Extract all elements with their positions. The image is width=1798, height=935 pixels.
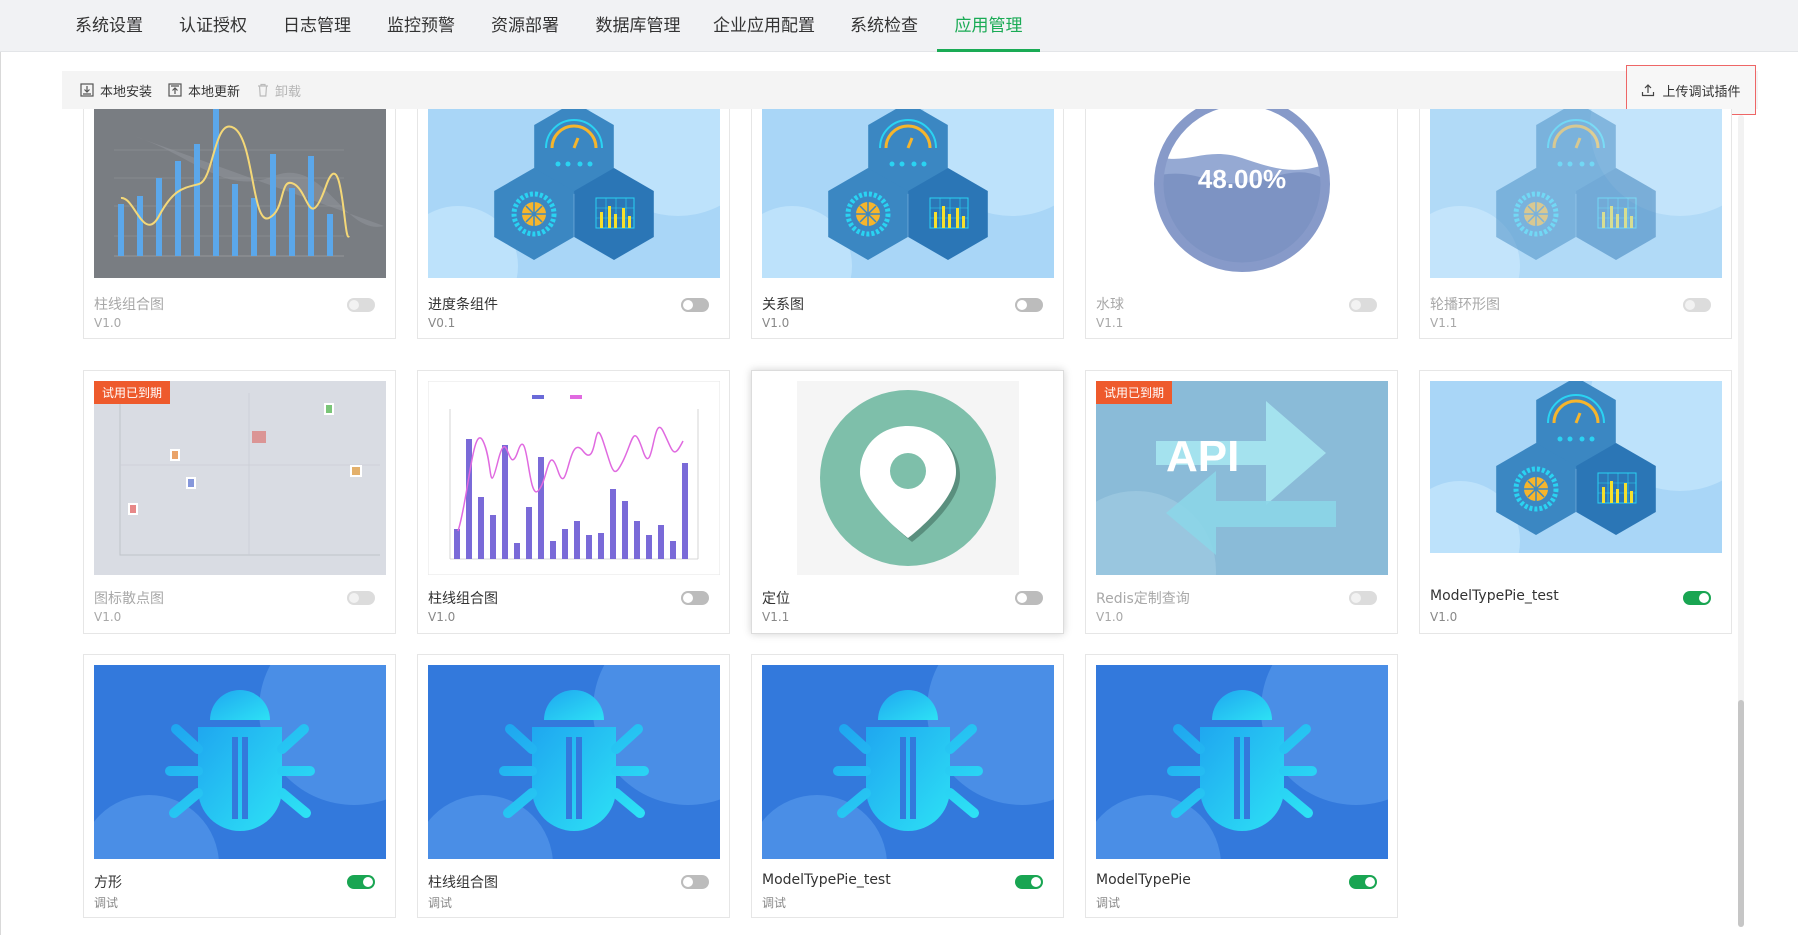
plugin-version: V1.1 [1096, 316, 1124, 330]
location-pin-icon [762, 381, 1054, 575]
plugin-card[interactable]: 柱线组合图 V1.0 [417, 370, 730, 634]
plugin-name: 方形 [94, 875, 122, 891]
plugin-version: V1.0 [94, 610, 122, 624]
upload-debug-plugin-button[interactable]: 上传调试插件 [1626, 65, 1756, 115]
enable-toggle[interactable] [1683, 298, 1711, 312]
enable-toggle[interactable] [1683, 591, 1711, 605]
enable-toggle[interactable] [1349, 298, 1377, 312]
plugin-name: 关系图 [762, 297, 804, 313]
plugin-version: V0.1 [428, 316, 456, 330]
plugin-version: V1.1 [1430, 316, 1458, 330]
plugin-version: V1.0 [1430, 610, 1458, 624]
plugin-version: V1.0 [94, 316, 122, 330]
top-nav: 系统设置 认证授权 日志管理 监控预警 资源部署 数据库管理 企业应用配置 系统… [0, 0, 1798, 52]
plugin-version: 调试 [428, 896, 453, 910]
plugin-version: V1.0 [1096, 610, 1124, 624]
local-update-label: 本地更新 [188, 84, 241, 100]
plugin-card[interactable]: 48.00% 水球 V1.1 [1085, 109, 1398, 339]
tab-auth[interactable]: 认证授权 [166, 0, 260, 52]
plugin-name: 轮播环形图 [1430, 297, 1500, 313]
enable-toggle[interactable] [347, 875, 375, 889]
dark-chart-icon [94, 109, 386, 278]
plugin-card[interactable]: API 试用已到期 Redis定制查询 V1.0 [1085, 370, 1398, 634]
plugin-name: 图标散点图 [94, 591, 164, 607]
plugin-card[interactable]: 进度条组件 V0.1 [417, 109, 730, 339]
upload-box-icon [168, 83, 182, 97]
tab-logs[interactable]: 日志管理 [270, 0, 364, 52]
plugin-card[interactable]: 方形 调试 [83, 654, 396, 918]
enable-toggle[interactable] [681, 591, 709, 605]
plugin-version: V1.0 [428, 610, 456, 624]
enable-toggle[interactable] [1349, 875, 1377, 889]
tab-system-check[interactable]: 系统检查 [834, 0, 934, 52]
bug-icon [428, 665, 720, 859]
plugin-card[interactable]: 柱线组合图 调试 [417, 654, 730, 918]
bug-icon [1096, 665, 1388, 859]
enable-toggle[interactable] [1349, 591, 1377, 605]
scrollbar-thumb[interactable] [1738, 700, 1744, 927]
plugin-card[interactable]: ModelTypePie_test 调试 [751, 654, 1064, 918]
plugin-version: 调试 [1096, 896, 1121, 910]
bug-icon [762, 665, 1054, 859]
download-icon [80, 83, 94, 97]
plugin-name: ModelTypePie [1096, 872, 1191, 888]
plugin-card[interactable]: 定位 V1.1 [751, 370, 1064, 634]
plugin-name: 水球 [1096, 297, 1124, 313]
plugin-card[interactable]: 柱线组合图 V1.0 [83, 109, 396, 339]
plugin-grid: 柱线组合图 V1.0 进度条组件 V0.1 关系图 V1.0 48.00% 水球… [0, 109, 1740, 935]
enable-toggle[interactable] [681, 875, 709, 889]
hexagon-dashboard-icon [1430, 381, 1722, 575]
plugin-card[interactable]: ModelTypePie 调试 [1085, 654, 1398, 918]
bar-line-chart-icon [428, 381, 720, 575]
plugin-version: 调试 [94, 896, 119, 910]
api-arrow-icon: API [1096, 381, 1388, 575]
expired-badge: 试用已到期 [94, 381, 171, 404]
toolbar: 本地安装 本地更新 卸载 [62, 71, 1758, 109]
plugin-name: 柱线组合图 [94, 297, 164, 313]
enable-toggle[interactable] [1015, 875, 1043, 889]
tab-system-settings[interactable]: 系统设置 [62, 0, 156, 52]
local-update-button[interactable]: 本地更新 [168, 71, 240, 109]
uninstall-label: 卸载 [275, 84, 302, 100]
plugin-name: 柱线组合图 [428, 875, 498, 891]
enable-toggle[interactable] [1015, 591, 1043, 605]
plugin-version: V1.1 [762, 610, 790, 624]
hexagon-dashboard-icon [762, 109, 1054, 278]
enable-toggle[interactable] [681, 298, 709, 312]
tab-enterprise-apps[interactable]: 企业应用配置 [704, 0, 824, 52]
plugin-card[interactable]: 试用已到期图标散点图 V1.0 [83, 370, 396, 634]
trash-icon [258, 83, 268, 97]
enable-toggle[interactable] [347, 298, 375, 312]
bug-icon [94, 665, 386, 859]
enable-toggle[interactable] [1015, 298, 1043, 312]
hexagon-dashboard-icon [1430, 109, 1722, 278]
liquid-value: 48.00% [1198, 164, 1286, 194]
plugin-version: 调试 [762, 896, 787, 910]
plugin-version: V1.0 [762, 316, 790, 330]
upload-debug-label: 上传调试插件 [1662, 84, 1741, 100]
icon-scatter-icon [94, 381, 386, 575]
uninstall-button[interactable]: 卸载 [257, 71, 301, 109]
plugin-name: 柱线组合图 [428, 591, 498, 607]
plugin-name: 定位 [762, 591, 790, 607]
api-text: API [1166, 432, 1239, 481]
plugin-name: Redis定制查询 [1096, 591, 1190, 607]
tab-monitoring[interactable]: 监控预警 [374, 0, 468, 52]
tab-resource-deploy[interactable]: 资源部署 [478, 0, 572, 52]
tab-database[interactable]: 数据库管理 [582, 0, 694, 52]
tab-app-management[interactable]: 应用管理 [937, 0, 1040, 52]
liquid-ball-icon: 48.00% [1096, 109, 1388, 278]
plugin-name: ModelTypePie_test [1430, 588, 1559, 604]
plugin-name: 进度条组件 [428, 297, 498, 313]
enable-toggle[interactable] [347, 591, 375, 605]
plugin-card[interactable]: 轮播环形图 V1.1 [1419, 109, 1732, 339]
expired-badge: 试用已到期 [1096, 381, 1173, 404]
local-install-button[interactable]: 本地安装 [80, 71, 152, 109]
plugin-name: ModelTypePie_test [762, 872, 891, 888]
local-install-label: 本地安装 [100, 84, 153, 100]
upload-icon [1642, 84, 1655, 97]
hexagon-dashboard-icon [428, 109, 720, 278]
plugin-card[interactable]: ModelTypePie_test V1.0 [1419, 370, 1732, 634]
plugin-card[interactable]: 关系图 V1.0 [751, 109, 1064, 339]
